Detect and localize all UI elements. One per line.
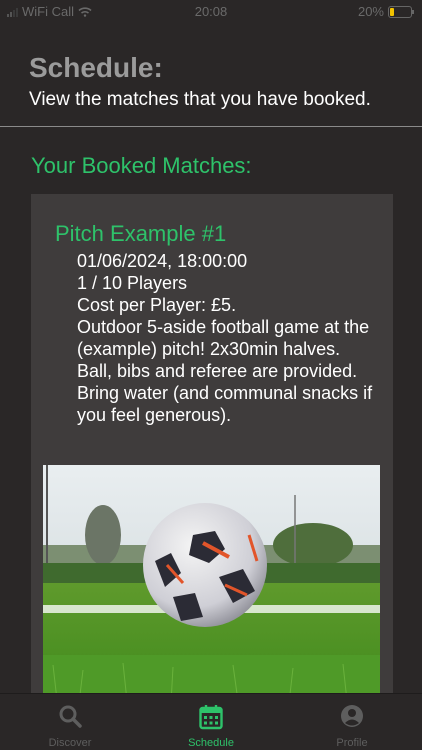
match-cost: Cost per Player: £5. [77, 295, 237, 315]
match-details: 01/06/2024, 18:00:00 1 / 10 Players Cost… [77, 250, 377, 426]
tab-schedule-label: Schedule [188, 737, 234, 749]
page-subtitle: View the matches that you have booked. [29, 89, 371, 110]
battery-percent: 20% [357, 4, 384, 19]
status-bar: WiFi Call 20:08 20% [0, 0, 422, 24]
tab-profile-label: Profile [336, 737, 368, 749]
tab-schedule[interactable]: Schedule [141, 694, 281, 750]
booked-matches-heading: Your Booked Matches: [31, 153, 252, 178]
tab-bar: Discover Schedule Profile [0, 693, 422, 750]
user-circle-icon [341, 705, 363, 727]
match-title: Pitch Example #1 [55, 221, 227, 246]
match-players: 1 / 10 Players [77, 273, 188, 293]
match-image [43, 465, 380, 704]
battery-icon [388, 5, 414, 18]
calendar-icon [199, 705, 223, 730]
tab-discover[interactable]: Discover [0, 694, 140, 750]
match-description: Outdoor 5-aside football game at the (ex… [77, 317, 373, 425]
page-title: Schedule: [29, 52, 163, 83]
tab-discover-label: Discover [48, 737, 92, 749]
match-datetime: 01/06/2024, 18:00:00 [77, 251, 248, 271]
search-icon [59, 705, 82, 728]
tab-profile[interactable]: Profile [282, 694, 422, 750]
app-screen: WiFi Call 20:08 20% Schedule: View the m… [0, 0, 422, 750]
status-right: 20% [357, 4, 414, 19]
header-divider [0, 126, 422, 127]
match-card[interactable]: Pitch Example #1 01/06/2024, 18:00:00 1 … [31, 194, 393, 704]
